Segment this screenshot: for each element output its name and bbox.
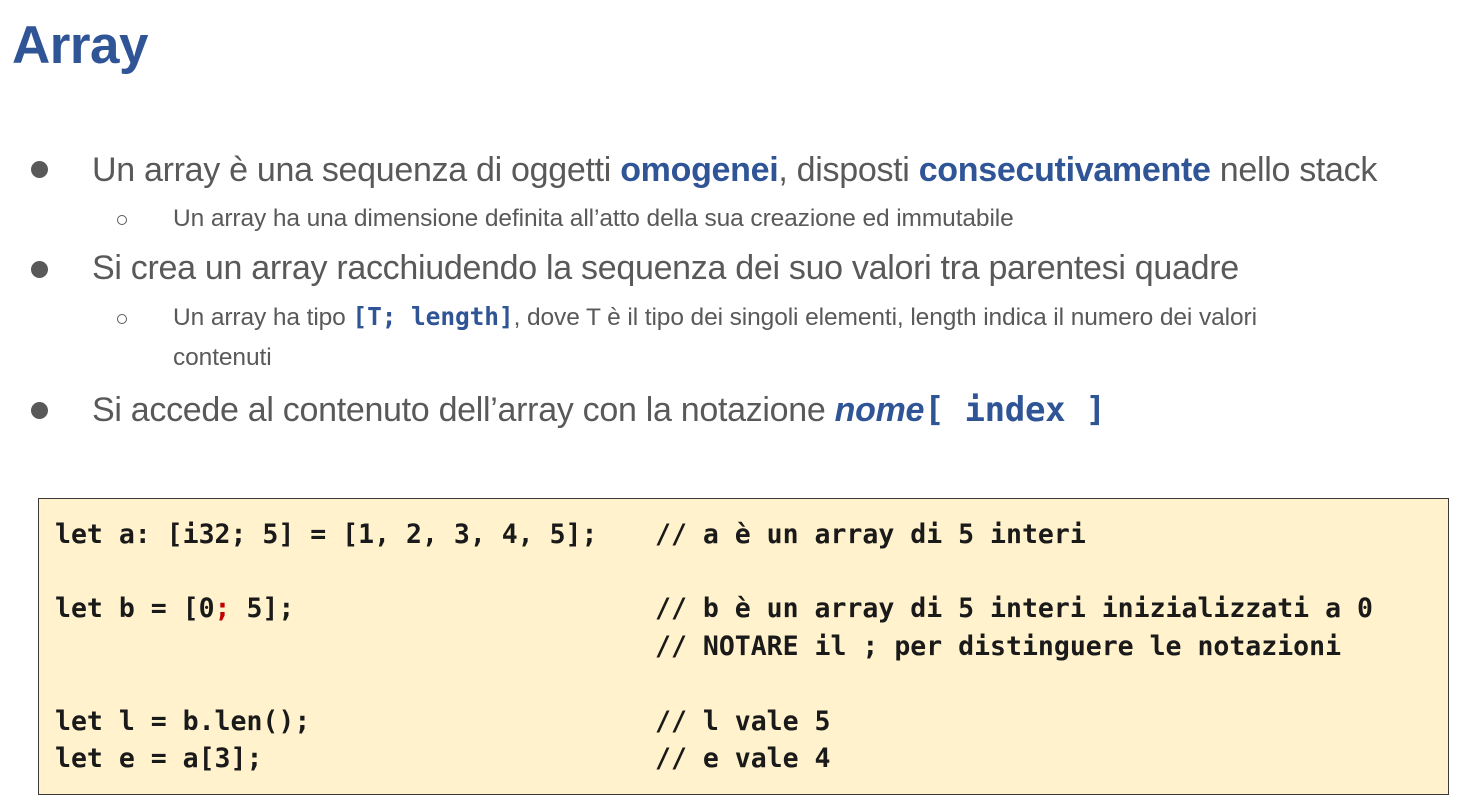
bullet-dot-icon xyxy=(31,402,48,419)
code-block: let a: [i32; 5] = [1, 2, 3, 4, 5]; // a … xyxy=(38,498,1449,795)
code-comment-4: // l vale 5 xyxy=(655,706,831,737)
inline-code-index: [ index ] xyxy=(924,390,1106,430)
bullet-text: Un array è una sequenza di oggetti xyxy=(92,151,621,189)
emphasis-nome: nome xyxy=(834,391,925,429)
bullet-item-2: Si crea un array racchiudendo la sequenz… xyxy=(92,248,1239,288)
sub-bullet-text: Un array ha tipo xyxy=(173,304,353,331)
bullet-text: nello stack xyxy=(1210,151,1378,189)
sub-bullet-text: contenuti xyxy=(173,344,272,371)
sub-bullet-item-1: Un array ha una dimensione definita all’… xyxy=(173,204,1014,234)
sub-bullet-circle-icon xyxy=(117,314,127,324)
code-comment-5: // e vale 4 xyxy=(655,743,831,774)
bullet-item-1: Un array è una sequenza di oggetti omoge… xyxy=(92,150,1377,190)
highlighted-semicolon: ; xyxy=(214,593,231,624)
code-line-2: let b = [0; 5]; xyxy=(55,593,294,625)
code-comment-3: // NOTARE il ; per distinguere le notazi… xyxy=(655,631,1342,662)
slide-title: Array xyxy=(12,16,148,75)
emphasis-omogenei: omogenei xyxy=(620,151,779,189)
bullet-dot-icon xyxy=(31,261,48,278)
sub-bullet-item-2-continuation: contenuti xyxy=(173,343,272,373)
inline-code-type: [T; length] xyxy=(352,302,514,331)
sub-bullet-text: Un array ha una dimensione definita all’… xyxy=(173,205,1014,232)
code-text: let b = [0 xyxy=(55,593,215,624)
code-line-1: let a: [i32; 5] = [1, 2, 3, 4, 5]; xyxy=(55,519,598,550)
bullet-text: , disposti xyxy=(778,151,919,189)
bullet-text: Si crea un array racchiudendo la sequenz… xyxy=(92,249,1239,287)
code-text: 5]; xyxy=(230,593,295,624)
code-comment-1: // a è un array di 5 interi xyxy=(655,519,1086,550)
bullet-item-3: Si accede al contenuto dell’array con la… xyxy=(92,390,1106,430)
sub-bullet-item-2: Un array ha tipo [T; length], dove T è i… xyxy=(173,302,1257,333)
code-comment-2: // b è un array di 5 interi inizializzat… xyxy=(655,593,1373,624)
bullet-dot-icon xyxy=(31,161,48,178)
sub-bullet-text: , dove T è il tipo dei singoli elementi,… xyxy=(513,304,1257,331)
code-line-5: let e = a[3]; xyxy=(55,743,263,774)
sub-bullet-circle-icon xyxy=(117,215,127,225)
bullet-text: Si accede al contenuto dell’array con la… xyxy=(92,391,835,429)
code-line-4: let l = b.len(); xyxy=(55,706,311,737)
emphasis-consecutivamente: consecutivamente xyxy=(918,151,1211,189)
